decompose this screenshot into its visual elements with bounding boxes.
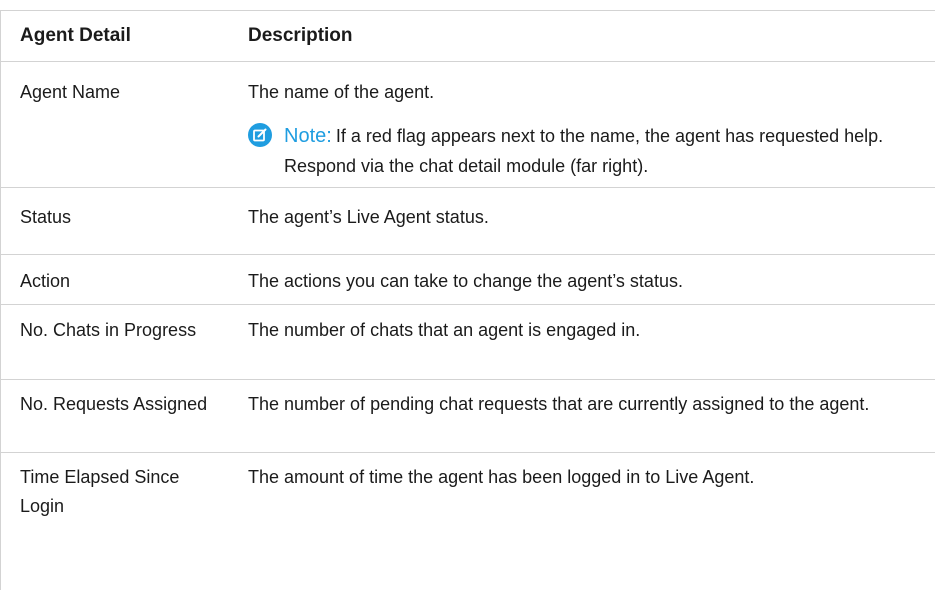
row-description-time-elapsed: The amount of time the agent has been lo… (248, 467, 755, 487)
row-description-status: The agent’s Live Agent status. (220, 187, 935, 255)
table-row: No. Requests Assigned The number of pend… (0, 379, 935, 453)
table-row: Status The agent’s Live Agent status. (0, 187, 935, 255)
table-row: Agent Name The name of the agent. Note: I… (0, 61, 935, 188)
row-detail-agent-name: Agent Name (0, 61, 220, 188)
agent-detail-table: Agent Detail Description Agent Name The … (0, 10, 935, 533)
note-edit-icon (248, 123, 272, 147)
header-description: Description (220, 10, 935, 62)
note-callout: Note: If a red flag appears next to the n… (248, 121, 931, 181)
note-text: Note: If a red flag appears next to the n… (284, 121, 931, 181)
row-description-chats-in-progress: The number of chats that an agent is eng… (220, 304, 935, 380)
row-detail-status: Status (0, 187, 220, 255)
description-text: The name of the agent. (248, 82, 435, 102)
table-row: Action The actions you can take to chang… (0, 254, 935, 305)
note-body: If a red flag appears next to the name, … (284, 126, 884, 176)
row-detail-requests-assigned: No. Requests Assigned (0, 379, 220, 453)
row-detail-action: Action (0, 254, 220, 305)
row-description-agent-name: The name of the agent. Note: If a red fla… (220, 61, 935, 188)
header-agent-detail: Agent Detail (0, 10, 220, 62)
row-detail-time-elapsed: Time Elapsed Since Login (20, 467, 180, 516)
table-row: No. Chats in Progress The number of chat… (0, 304, 935, 380)
row-detail-chats-in-progress: No. Chats in Progress (0, 304, 220, 380)
row-description-action: The actions you can take to change the a… (220, 254, 935, 305)
note-label: Note: (284, 125, 332, 147)
row-description-requests-assigned: The number of pending chat requests that… (220, 379, 935, 453)
table-header-row: Agent Detail Description (0, 10, 935, 62)
table-row: Time Elapsed Since Login The amount of t… (0, 453, 935, 534)
